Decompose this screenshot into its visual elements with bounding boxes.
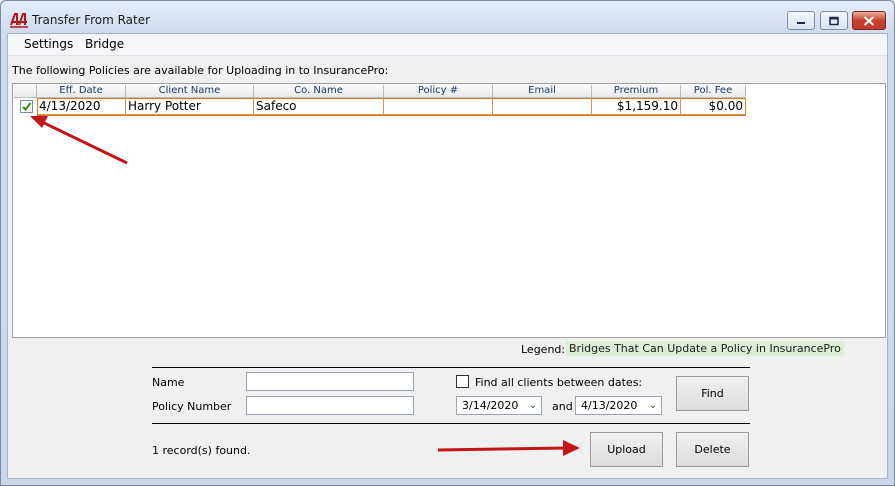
close-button[interactable]: [852, 11, 886, 30]
status-text: 1 record(s) found.: [152, 444, 251, 457]
column-header-email[interactable]: Email: [493, 85, 592, 98]
upload-button[interactable]: Upload: [590, 432, 663, 467]
row-select-checkbox[interactable]: [20, 100, 33, 113]
column-header-select[interactable]: [14, 85, 37, 98]
date-filter-checkbox[interactable]: [456, 375, 469, 388]
divider-top: [152, 367, 750, 368]
cell-client-name[interactable]: Harry Potter: [126, 98, 254, 115]
column-header-eff-date[interactable]: Eff. Date: [37, 85, 126, 98]
divider-bottom: [152, 423, 750, 424]
policy-number-input[interactable]: [246, 396, 414, 415]
name-input[interactable]: [246, 372, 414, 391]
title-bar[interactable]: Transfer From Rater: [1, 1, 894, 33]
minimize-icon: [797, 21, 805, 24]
cell-co-name[interactable]: Safeco: [254, 98, 384, 115]
maximize-icon: [829, 16, 839, 25]
and-label: and: [552, 400, 573, 413]
chevron-down-icon: ⌄: [648, 400, 657, 411]
column-header-premium[interactable]: Premium: [592, 85, 681, 98]
chevron-down-icon: ⌄: [528, 400, 537, 411]
column-header-client-name[interactable]: Client Name: [126, 85, 254, 98]
menu-settings[interactable]: Settings: [24, 37, 73, 51]
maximize-button[interactable]: [820, 11, 848, 30]
app-icon: [10, 13, 28, 28]
policies-grid[interactable]: Eff. Date Client Name Co. Name Policy # …: [12, 83, 886, 338]
legend-label: Legend:: [521, 343, 566, 356]
delete-button[interactable]: Delete: [676, 432, 749, 467]
column-header-policy-no[interactable]: Policy #: [384, 85, 493, 98]
legend-value: Bridges That Can Update a Policy in Insu…: [566, 341, 844, 356]
column-header-pol-fee[interactable]: Pol. Fee: [681, 85, 746, 98]
menu-bar: Settings Bridge: [8, 34, 887, 56]
cell-policy-no[interactable]: [384, 98, 493, 115]
dialog-body: Settings Bridge The following Policies a…: [7, 33, 888, 479]
date-from-select[interactable]: 3/14/2020 ⌄: [456, 396, 542, 415]
date-to-select[interactable]: 4/13/2020 ⌄: [575, 396, 662, 415]
cell-pol-fee[interactable]: $0.00: [681, 98, 746, 115]
instructions-text: The following Policies are available for…: [12, 64, 389, 77]
close-icon: [863, 15, 875, 26]
menu-bridge[interactable]: Bridge: [85, 37, 124, 51]
minimize-button[interactable]: [787, 11, 815, 30]
cell-eff-date[interactable]: 4/13/2020: [37, 98, 126, 115]
window-title: Transfer From Rater: [32, 13, 151, 27]
window: Transfer From Rater Settings Bridge The …: [0, 0, 895, 486]
policy-number-label: Policy Number: [152, 400, 232, 413]
name-label: Name: [152, 376, 185, 389]
column-header-co-name[interactable]: Co. Name: [254, 85, 384, 98]
find-button[interactable]: Find: [676, 376, 749, 411]
cell-premium[interactable]: $1,159.10: [592, 98, 681, 115]
checkmark-icon: [22, 102, 32, 112]
cell-email[interactable]: [493, 98, 592, 115]
date-filter-label: Find all clients between dates:: [475, 376, 643, 389]
date-to-value: 4/13/2020: [581, 399, 638, 412]
date-from-value: 3/14/2020: [462, 399, 519, 412]
